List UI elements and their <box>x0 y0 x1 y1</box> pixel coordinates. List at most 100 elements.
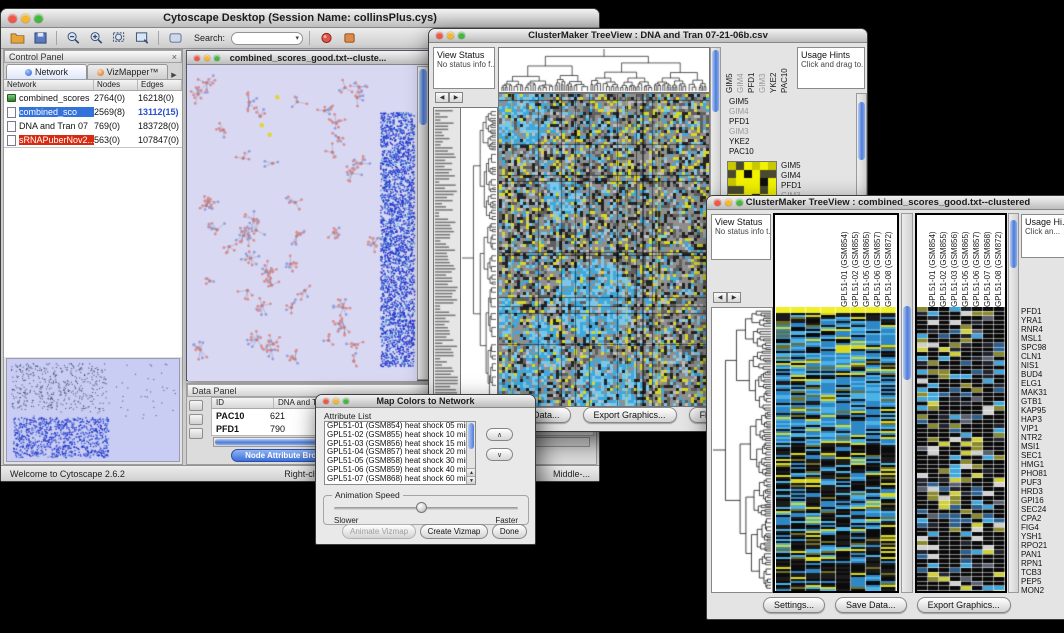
tab-vizmapper[interactable]: VizMapper™ <box>87 64 168 79</box>
zoom-fit-icon[interactable] <box>109 30 129 47</box>
minimize-icon[interactable] <box>21 14 30 23</box>
gene-label[interactable]: SPC98 <box>1021 343 1064 352</box>
gene-label[interactable]: NTR2 <box>1021 433 1064 442</box>
close-icon[interactable] <box>8 14 17 23</box>
scrollbar-thumb[interactable] <box>1010 220 1017 268</box>
gene-label[interactable]: TCB3 <box>1021 568 1064 577</box>
minimize-icon[interactable] <box>447 32 454 39</box>
chevron-down-icon[interactable]: ▾ <box>296 34 300 42</box>
column-label[interactable]: GIM5 <box>725 47 734 93</box>
zoom-icon[interactable] <box>34 14 43 23</box>
gene-label[interactable]: PFD1 <box>729 117 754 127</box>
gene-label[interactable]: BUD4 <box>1021 370 1064 379</box>
create-attribute-icon[interactable] <box>189 414 203 425</box>
zoom-heatmap-canvas[interactable] <box>917 307 1005 591</box>
minimize-icon[interactable] <box>725 199 732 206</box>
titlebar[interactable]: Map Colors to Network <box>316 395 535 408</box>
scrollbar-thumb[interactable] <box>903 306 911 380</box>
column-label[interactable]: GPL51-02 (GSM855) <box>939 215 948 307</box>
column-dendrogram-canvas[interactable] <box>498 47 710 93</box>
gene-label[interactable]: RPN1 <box>1021 559 1064 568</box>
column-label[interactable]: GPL51-07 (GSM868) <box>983 215 992 307</box>
minimize-icon[interactable] <box>333 398 339 404</box>
column-label[interactable]: GPL51-06 (GSM857) <box>972 215 981 307</box>
column-label[interactable]: GPL51-06 (GSM857) <box>873 215 882 307</box>
tab-overflow-button[interactable]: ▶ <box>168 71 180 79</box>
gene-label[interactable]: RNR4 <box>1021 325 1064 334</box>
column-label[interactable]: YKE2 <box>769 47 778 93</box>
column-label[interactable]: PAC10 <box>780 47 789 93</box>
gene-label[interactable]: MON2 <box>1021 586 1064 595</box>
column-label[interactable]: GPL51-01 (GSM854) <box>840 215 849 307</box>
network-row[interactable]: combined_sco 2569(8) 13112(15) <box>4 105 182 119</box>
gene-label[interactable]: HAP3 <box>1021 415 1064 424</box>
open-session-icon[interactable] <box>7 30 27 47</box>
gene-label[interactable]: CPA2 <box>1021 514 1064 523</box>
gene-label[interactable]: MSI1 <box>1021 442 1064 451</box>
heatmap-canvas[interactable] <box>776 307 896 591</box>
settings-button[interactable]: Settings... <box>763 597 825 613</box>
network-row[interactable]: sRNAPuberNov2... 563(0) 107847(0) <box>4 133 182 147</box>
heatmap-vscrollbar[interactable] <box>901 213 913 593</box>
zoom-selected-icon[interactable] <box>132 30 152 47</box>
annotation-icon[interactable] <box>165 30 185 47</box>
gene-label[interactable]: GIM4 <box>729 107 754 117</box>
column-label[interactable]: GPL51-05 (GSM865) <box>961 215 970 307</box>
column-header[interactable]: ID <box>212 398 274 408</box>
scroll-up-icon[interactable]: ▲ <box>467 468 476 476</box>
gene-label[interactable]: MSL1 <box>1021 334 1064 343</box>
titlebar[interactable]: Cytoscape Desktop (Session Name: collins… <box>1 9 599 28</box>
attribute-matrix-icon[interactable] <box>189 428 203 439</box>
network-canvas[interactable] <box>188 66 417 381</box>
gene-label[interactable]: HMG1 <box>1021 460 1064 469</box>
gene-label[interactable]: GTB1 <box>1021 397 1064 406</box>
export-graphics-button[interactable]: Export Graphics... <box>917 597 1011 613</box>
move-up-button[interactable]: ∧ <box>486 428 513 441</box>
scrollbar-thumb[interactable] <box>712 50 719 112</box>
gene-label[interactable]: KAP95 <box>1021 406 1064 415</box>
minimize-icon[interactable] <box>204 55 210 61</box>
column-label[interactable]: GPL51-02 (GSM855) <box>851 215 860 307</box>
row-dendrogram-canvas[interactable] <box>460 107 498 409</box>
spin-right-button[interactable]: ▶ <box>449 92 463 103</box>
move-down-button[interactable]: ∨ <box>486 448 513 461</box>
gene-label[interactable]: GIM3 <box>729 127 754 137</box>
export-graphics-button[interactable]: Export Graphics... <box>583 407 677 423</box>
create-vizmap-button[interactable]: Create Vizmap <box>420 524 489 539</box>
gene-label[interactable]: PFD1 <box>1021 307 1064 316</box>
close-icon[interactable] <box>323 398 329 404</box>
gene-label[interactable]: PFD1 <box>781 181 806 191</box>
animate-vizmap-button[interactable]: Animate Vizmap <box>342 524 416 539</box>
heatmap-canvas[interactable] <box>498 93 710 407</box>
titlebar[interactable]: ClusterMaker TreeView : combined_scores_… <box>707 196 1064 210</box>
gene-label[interactable]: GIM4 <box>781 171 806 181</box>
column-label[interactable]: GPL51-08 (GSM872) <box>994 215 1003 307</box>
save-session-icon[interactable] <box>30 30 50 47</box>
gene-label[interactable]: PAC10 <box>729 147 754 157</box>
save-data-button[interactable]: Save Data... <box>835 597 907 613</box>
gene-label[interactable]: YKE2 <box>729 137 754 147</box>
zoom-icon[interactable] <box>214 55 220 61</box>
scrollbar-thumb[interactable] <box>468 423 474 449</box>
gene-label[interactable]: FIG4 <box>1021 523 1064 532</box>
animation-speed-slider[interactable] <box>416 502 427 513</box>
gene-label[interactable]: VIP1 <box>1021 424 1064 433</box>
gene-label[interactable]: YRA1 <box>1021 316 1064 325</box>
column-label[interactable]: GPL51-03 (GSM856) <box>950 215 959 307</box>
tab-network[interactable]: Network <box>6 64 87 79</box>
gene-label[interactable]: SEC24 <box>1021 505 1064 514</box>
network-overview-canvas[interactable] <box>6 358 180 462</box>
zoom-icon[interactable] <box>458 32 465 39</box>
spin-right-button[interactable]: ▶ <box>727 292 741 303</box>
titlebar[interactable]: ClusterMaker TreeView : DNA and Tran 07-… <box>429 29 867 43</box>
attribute-item[interactable]: GPL51-07 (GSM868) heat shock 60 min <box>325 475 475 484</box>
zoom-out-icon[interactable] <box>63 30 83 47</box>
zoom-icon[interactable] <box>343 398 349 404</box>
close-icon[interactable] <box>436 32 443 39</box>
zoom-vscrollbar[interactable] <box>1008 213 1019 593</box>
scrollbar-thumb[interactable] <box>858 102 865 160</box>
column-label[interactable]: GPL51-01 (GSM854) <box>928 215 937 307</box>
zoom-icon[interactable] <box>736 199 743 206</box>
column-header[interactable]: Edges <box>138 80 182 90</box>
gene-label[interactable]: CLN1 <box>1021 352 1064 361</box>
